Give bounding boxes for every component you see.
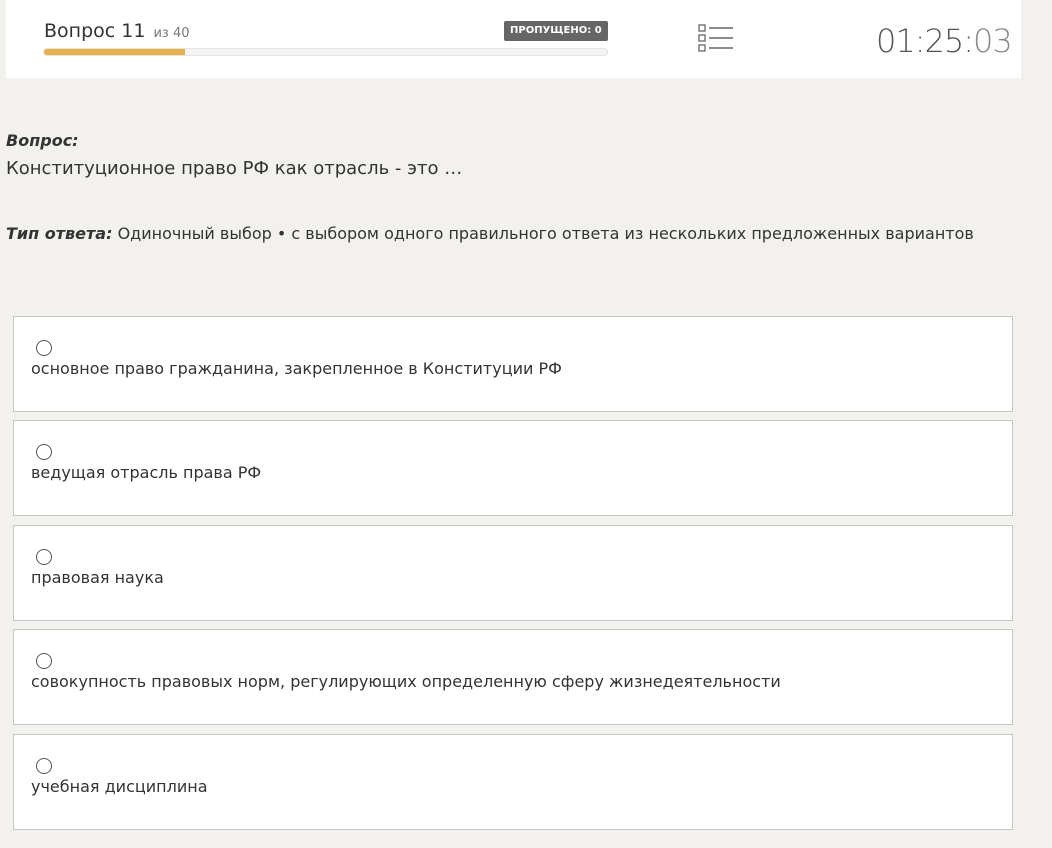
progress-fill — [44, 49, 185, 55]
radio-button[interactable] — [36, 548, 52, 565]
answer-option[interactable]: учебная дисциплина — [13, 733, 1013, 830]
quiz-header: Вопрос 11 из 40 ПРОПУЩЕНО: 0 01:25:03 — [6, 0, 1021, 78]
answer-option-text: правовая наука — [31, 567, 164, 587]
answer-type-value: Одиночный выбор • с выбором одного прави… — [117, 224, 974, 243]
progress-bar — [43, 48, 608, 56]
answer-option[interactable]: ведущая отрасль права РФ — [13, 420, 1013, 517]
radio-button[interactable] — [36, 444, 52, 461]
answer-option-text: учебная дисциплина — [31, 776, 208, 796]
answer-type: Тип ответа: Одиночный выбор • с выбором … — [6, 224, 974, 243]
answer-option-text: основное право гражданина, закрепленное … — [31, 359, 562, 378]
radio-button[interactable] — [36, 653, 52, 670]
answer-option-text: совокупность правовых норм, регулирующих… — [31, 672, 781, 692]
question-total: из 40 — [153, 26, 190, 41]
question-list-icon[interactable] — [698, 24, 734, 54]
question-text: Конституционное право РФ как отрасль - э… — [6, 158, 463, 179]
question-heading: Вопрос: — [6, 131, 79, 150]
answer-option[interactable]: правовая наука — [13, 524, 1013, 621]
answer-option[interactable]: основное право гражданина, закрепленное … — [13, 316, 1013, 412]
countdown-timer: 01:25:03 — [876, 22, 1013, 60]
answer-options: основное право гражданина, закрепленное … — [13, 316, 1013, 838]
question-number: Вопрос 11 — [44, 20, 146, 42]
skipped-badge: ПРОПУЩЕНО: 0 — [504, 21, 608, 41]
radio-button[interactable] — [36, 757, 52, 774]
timer-seconds: 03 — [973, 22, 1013, 60]
answer-option-text: ведущая отрасль права РФ — [31, 463, 262, 483]
answer-type-label: Тип ответа: — [6, 224, 113, 243]
question-counter: Вопрос 11 из 40 — [44, 20, 190, 42]
timer-main: 01:25: — [876, 22, 974, 60]
radio-button[interactable] — [36, 340, 52, 356]
answer-option[interactable]: совокупность правовых норм, регулирующих… — [13, 629, 1013, 726]
